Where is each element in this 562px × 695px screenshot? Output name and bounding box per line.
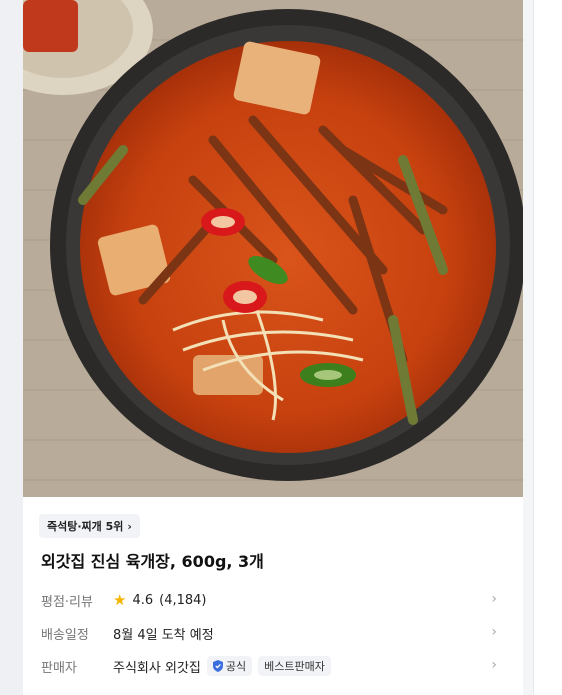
star-icon: ★ [113, 590, 127, 609]
next-card-edge[interactable] [533, 0, 562, 695]
rating-label: 평점·리뷰 [41, 594, 93, 610]
product-image[interactable] [23, 0, 523, 497]
review-count: (4,184) [159, 592, 207, 608]
official-badge-label: 공식 [225, 660, 247, 673]
rating-score: 4.6 [132, 592, 154, 608]
delivery-row[interactable]: 배송일정 8월 4일 도착 예정 › [41, 622, 505, 644]
verified-shield-icon [212, 660, 223, 672]
left-background [0, 0, 23, 695]
delivery-label: 배송일정 [41, 627, 89, 643]
chevron-right-icon: › [491, 624, 497, 640]
seller-label: 판매자 [41, 660, 77, 676]
product-info: 즉석탕·찌개 5위 › 외갓집 진심 육개장, 600g, 3개 평점·리뷰 ★… [23, 497, 523, 695]
best-seller-badge: 베스트판매자 [258, 656, 331, 676]
official-badge: 공식 [206, 656, 253, 676]
chevron-right-icon: › [491, 657, 497, 673]
seller-name: 주식회사 외갓집 [113, 660, 201, 676]
category-rank-label: 즉석탕·찌개 5위 [47, 520, 124, 533]
stew-illustration [23, 0, 523, 497]
chevron-right-icon: › [491, 591, 497, 607]
product-title[interactable]: 외갓집 진심 육개장, 600g, 3개 [41, 548, 264, 572]
product-card[interactable]: 즉석탕·찌개 5위 › 외갓집 진심 육개장, 600g, 3개 평점·리뷰 ★… [23, 0, 523, 695]
category-rank-chip[interactable]: 즉석탕·찌개 5위 › [39, 514, 140, 538]
seller-row[interactable]: 판매자 주식회사 외갓집 공식 베스트판매자 › [41, 655, 505, 677]
delivery-value: 8월 4일 도착 예정 [113, 627, 214, 643]
chevron-right-icon: › [127, 519, 132, 533]
rating-row[interactable]: 평점·리뷰 ★ 4.6 (4,184) › [41, 589, 505, 611]
